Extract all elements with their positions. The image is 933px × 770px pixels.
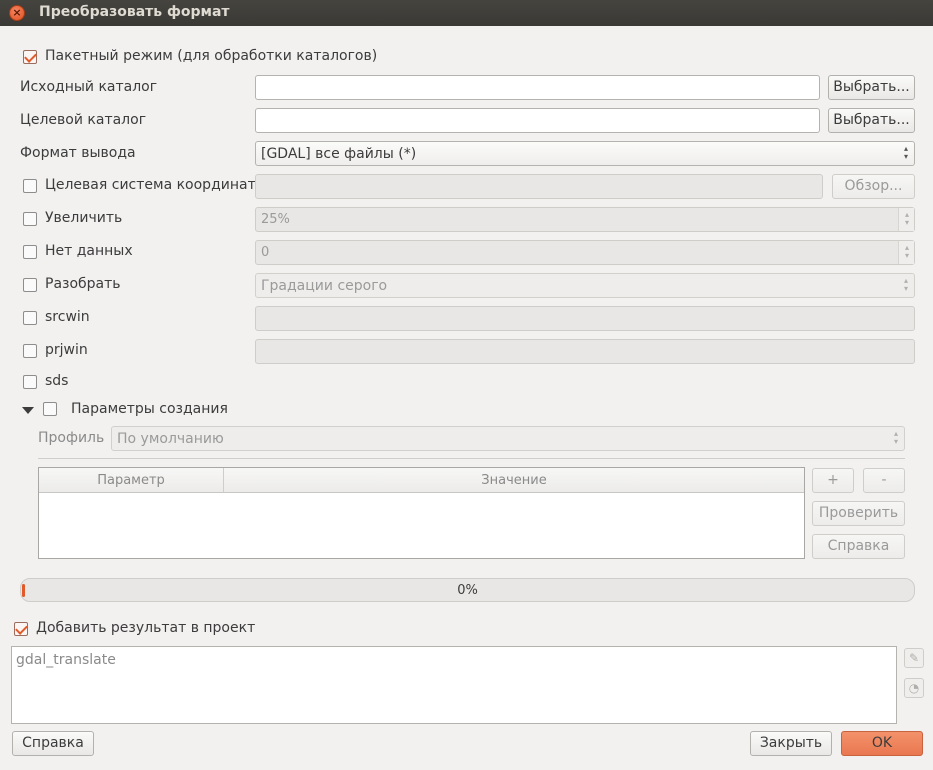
title-bar: × Преобразовать формат bbox=[0, 0, 933, 26]
column-header-parameter[interactable]: Параметр bbox=[39, 468, 223, 493]
output-format-value: [GDAL] все файлы (*) bbox=[261, 146, 417, 162]
batch-mode-label[interactable]: Пакетный режим (для обработки каталогов) bbox=[45, 48, 377, 64]
target-srs-checkbox[interactable] bbox=[23, 179, 37, 193]
prjwin-label[interactable]: prjwin bbox=[45, 342, 88, 358]
divider bbox=[38, 458, 905, 459]
creation-options-table[interactable]: Параметр Значение bbox=[38, 467, 805, 559]
batch-mode-checkbox[interactable] bbox=[23, 50, 37, 64]
table-header: Параметр Значение bbox=[39, 468, 804, 493]
sds-checkbox[interactable] bbox=[23, 375, 37, 389]
add-to-project-checkbox[interactable] bbox=[14, 622, 28, 636]
close-icon[interactable]: × bbox=[9, 5, 25, 21]
add-option-button[interactable]: + bbox=[812, 468, 854, 493]
help-button[interactable]: Справка bbox=[12, 731, 94, 756]
source-dir-input[interactable] bbox=[255, 75, 820, 100]
output-format-select[interactable]: [GDAL] все файлы (*) ▴ ▾ bbox=[255, 141, 915, 166]
edit-icon[interactable]: ✎ bbox=[904, 648, 924, 668]
command-preview[interactable]: gdal_translate bbox=[11, 646, 897, 724]
scale-spinbox[interactable]: 25% ▴ ▾ bbox=[255, 207, 915, 232]
updown-arrows-icon: ▴ ▾ bbox=[893, 429, 898, 446]
progress-text: 0% bbox=[457, 583, 478, 598]
progress-bar: 0% bbox=[20, 578, 915, 602]
target-browse-button[interactable]: Выбрать... bbox=[828, 108, 915, 133]
source-dir-label: Исходный каталог bbox=[20, 79, 158, 95]
options-help-button[interactable]: Справка bbox=[812, 534, 905, 559]
window-title: Преобразовать формат bbox=[39, 4, 230, 20]
srcwin-label[interactable]: srcwin bbox=[45, 309, 90, 325]
srcwin-checkbox[interactable] bbox=[23, 311, 37, 325]
expand-checkbox[interactable] bbox=[23, 278, 37, 292]
spin-arrows-icon[interactable]: ▴ ▾ bbox=[903, 244, 911, 261]
validate-button[interactable]: Проверить bbox=[812, 501, 905, 526]
collapse-arrow-icon[interactable] bbox=[22, 407, 34, 414]
add-to-project-label[interactable]: Добавить результат в проект bbox=[36, 620, 255, 636]
command-text: gdal_translate bbox=[16, 652, 116, 668]
output-format-label: Формат вывода bbox=[20, 145, 136, 161]
profile-label: Профиль bbox=[38, 430, 105, 446]
profile-value: По умолчанию bbox=[117, 431, 224, 447]
source-browse-button[interactable]: Выбрать... bbox=[828, 75, 915, 100]
nodata-value: 0 bbox=[261, 245, 270, 260]
scale-label[interactable]: Увеличить bbox=[45, 210, 122, 226]
scale-value: 25% bbox=[261, 212, 290, 227]
updown-arrows-icon: ▴ ▾ bbox=[903, 276, 908, 293]
target-srs-input[interactable] bbox=[255, 174, 823, 199]
remove-option-button[interactable]: - bbox=[863, 468, 905, 493]
target-srs-browse-button[interactable]: Обзор... bbox=[832, 174, 915, 199]
expand-select[interactable]: Градации серого ▴ ▾ bbox=[255, 273, 915, 298]
target-srs-label[interactable]: Целевая система координат bbox=[45, 177, 256, 193]
target-dir-input[interactable] bbox=[255, 108, 820, 133]
spin-arrows-icon[interactable]: ▴ ▾ bbox=[903, 211, 911, 228]
prjwin-input[interactable] bbox=[255, 339, 915, 364]
target-dir-label: Целевой каталог bbox=[20, 112, 147, 128]
nodata-label[interactable]: Нет данных bbox=[45, 243, 133, 259]
column-header-value[interactable]: Значение bbox=[223, 468, 804, 493]
profile-select[interactable]: По умолчанию ▴ ▾ bbox=[111, 426, 905, 451]
reset-icon[interactable]: ◔ bbox=[904, 678, 924, 698]
nodata-spinbox[interactable]: 0 ▴ ▾ bbox=[255, 240, 915, 265]
sds-label[interactable]: sds bbox=[45, 373, 68, 389]
updown-arrows-icon: ▴ ▾ bbox=[903, 144, 908, 161]
prjwin-checkbox[interactable] bbox=[23, 344, 37, 358]
scale-checkbox[interactable] bbox=[23, 212, 37, 226]
creation-options-checkbox[interactable] bbox=[43, 402, 57, 416]
ok-button[interactable]: OK bbox=[841, 731, 923, 756]
nodata-checkbox[interactable] bbox=[23, 245, 37, 259]
expand-value: Градации серого bbox=[261, 278, 388, 294]
srcwin-input[interactable] bbox=[255, 306, 915, 331]
close-button[interactable]: Закрыть bbox=[750, 731, 832, 756]
expand-label[interactable]: Разобрать bbox=[45, 276, 121, 292]
creation-options-label[interactable]: Параметры создания bbox=[71, 401, 228, 417]
